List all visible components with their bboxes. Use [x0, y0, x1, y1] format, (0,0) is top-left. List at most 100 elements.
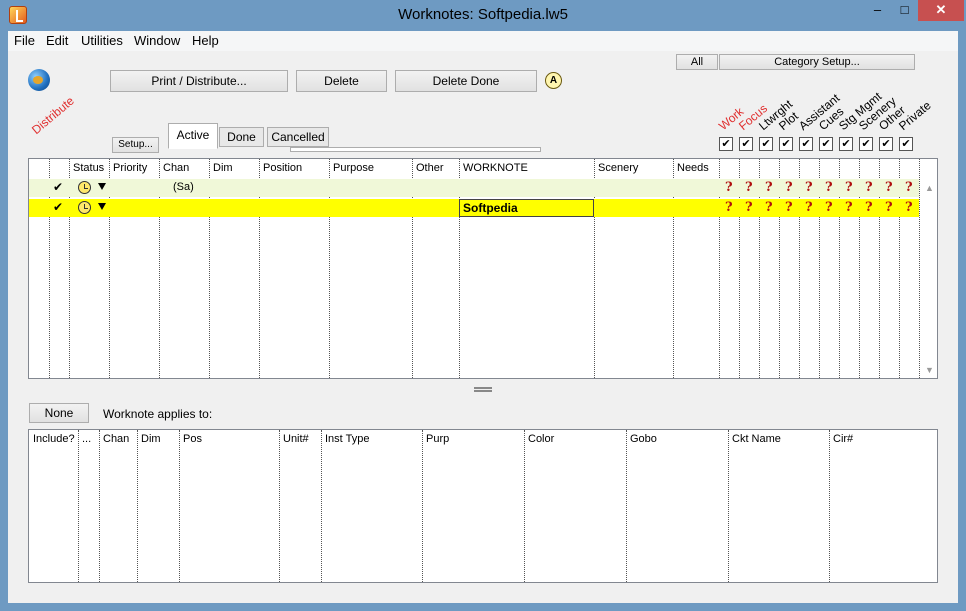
question-icon[interactable]: ? [745, 200, 753, 215]
column-header-ckt-name[interactable]: Ckt Name [732, 433, 781, 445]
column-header-more[interactable]: ... [82, 433, 91, 445]
column-header-other[interactable]: Other [416, 162, 444, 174]
category-checkbox-cues[interactable]: ✔ [819, 137, 833, 151]
window-title: Worknotes: Softpedia.lw5 [398, 6, 568, 23]
title-bar[interactable]: Worknotes: Softpedia.lw5 – □ ✕ [0, 0, 966, 31]
column-header-dim[interactable]: Dim [213, 162, 233, 174]
column-header-needs[interactable]: Needs [677, 162, 709, 174]
cell-worknote[interactable]: Softpedia [459, 199, 594, 217]
menu-utilities[interactable]: Utilities [81, 33, 123, 48]
scroll-down-icon[interactable]: ▼ [925, 365, 934, 375]
column-header-dim[interactable]: Dim [141, 433, 161, 445]
column-header-status[interactable]: Status [73, 162, 104, 174]
splitter-handle[interactable] [474, 387, 492, 392]
question-icon[interactable]: ? [725, 180, 733, 195]
column-header-worknote[interactable]: WORKNOTE [463, 162, 528, 174]
question-icon[interactable]: ? [885, 200, 893, 215]
question-icon[interactable]: ? [865, 200, 873, 215]
cell-chan[interactable]: (Sa) [173, 181, 194, 193]
globe-icon[interactable] [28, 69, 50, 91]
scroll-up-icon[interactable]: ▲ [925, 183, 934, 193]
checkmark-icon[interactable]: ✔ [53, 180, 63, 194]
category-checkbox-private[interactable]: ✔ [899, 137, 913, 151]
column-divider [321, 430, 322, 582]
column-header-unit[interactable]: Unit# [283, 433, 309, 445]
question-icon[interactable]: ? [785, 200, 793, 215]
print-distribute-button[interactable]: Print / Distribute... [110, 70, 288, 92]
none-button[interactable]: None [29, 403, 89, 423]
delete-button[interactable]: Delete [296, 70, 387, 92]
question-icon[interactable]: ? [845, 180, 853, 195]
column-divider [137, 430, 138, 582]
question-icon[interactable]: ? [905, 180, 913, 195]
question-icon[interactable]: ? [825, 200, 833, 215]
column-header-scenery[interactable]: Scenery [598, 162, 638, 174]
maximize-button[interactable]: □ [891, 0, 918, 21]
question-icon[interactable]: ? [785, 180, 793, 195]
column-header-purpose[interactable]: Purpose [333, 162, 374, 174]
question-icon[interactable]: ? [745, 180, 753, 195]
column-header-cir[interactable]: Cir# [833, 433, 853, 445]
column-divider [279, 430, 280, 582]
setup-button[interactable]: Setup... [112, 137, 159, 153]
category-setup-button[interactable]: Category Setup... [719, 54, 915, 70]
question-icon[interactable]: ? [885, 180, 893, 195]
applies-label: Worknote applies to: [103, 407, 213, 421]
tab-cancelled[interactable]: Cancelled [267, 127, 329, 147]
table-row[interactable]: ✔ Softpedia?????????? [29, 199, 919, 217]
all-button[interactable]: All [676, 54, 718, 70]
column-header-color[interactable]: Color [528, 433, 554, 445]
column-header-chan[interactable]: Chan [103, 433, 129, 445]
status-clock-icon[interactable] [78, 201, 91, 214]
column-divider [728, 430, 729, 582]
column-header-include[interactable]: Include? [33, 433, 75, 445]
column-header-chan[interactable]: Chan [163, 162, 189, 174]
question-icon[interactable]: ? [825, 180, 833, 195]
question-icon[interactable]: ? [805, 200, 813, 215]
column-divider [919, 159, 920, 378]
tab-active[interactable]: Active [168, 123, 218, 149]
column-header-purp[interactable]: Purp [426, 433, 449, 445]
question-icon[interactable]: ? [765, 200, 773, 215]
menu-edit[interactable]: Edit [46, 33, 68, 48]
applies-table[interactable]: Include?... Chan Dim Pos Unit# Inst Type Purp C… [28, 429, 938, 583]
category-checkbox-stg-mgmt[interactable]: ✔ [839, 137, 853, 151]
close-button[interactable]: ✕ [918, 0, 964, 21]
question-icon[interactable]: ? [805, 180, 813, 195]
category-checkbox-ltwrght[interactable]: ✔ [759, 137, 773, 151]
category-checkbox-focus[interactable]: ✔ [739, 137, 753, 151]
category-checkbox-scenery[interactable]: ✔ [859, 137, 873, 151]
menu-file[interactable]: File [14, 33, 35, 48]
question-icon[interactable]: ? [865, 180, 873, 195]
delete-done-button[interactable]: Delete Done [395, 70, 537, 92]
category-checkbox-other[interactable]: ✔ [879, 137, 893, 151]
question-icon[interactable]: ? [845, 200, 853, 215]
column-header-priority[interactable]: Priority [113, 162, 147, 174]
column-header-gobo[interactable]: Gobo [630, 433, 657, 445]
dropdown-arrow-icon[interactable] [98, 183, 106, 190]
column-header-inst-type[interactable]: Inst Type [325, 433, 369, 445]
category-checkbox-assistant[interactable]: ✔ [799, 137, 813, 151]
table-row[interactable]: ✔ (Sa)?????????? [29, 179, 919, 197]
checkmark-icon[interactable]: ✔ [53, 200, 63, 214]
menu-window[interactable]: Window [134, 33, 180, 48]
menu-help[interactable]: Help [192, 33, 219, 48]
client-area: File Edit Utilities Window Help Print / … [8, 31, 958, 603]
question-icon[interactable]: ? [725, 200, 733, 215]
dropdown-arrow-icon[interactable] [98, 203, 106, 210]
question-icon[interactable]: ? [905, 200, 913, 215]
worknotes-table[interactable]: Status Priority Chan Dim Position Purpose Othe… [28, 158, 938, 379]
category-checkbox-plot[interactable]: ✔ [779, 137, 793, 151]
minimize-button[interactable]: – [864, 0, 891, 21]
auto-icon[interactable]: A [545, 72, 562, 89]
question-icon[interactable]: ? [765, 180, 773, 195]
status-clock-icon[interactable] [78, 181, 91, 194]
menu-bar: File Edit Utilities Window Help [8, 31, 958, 51]
column-divider [78, 430, 79, 582]
column-divider [524, 430, 525, 582]
column-header-position[interactable]: Position [263, 162, 302, 174]
distribute-label: Distribute [29, 93, 77, 137]
tab-done[interactable]: Done [219, 127, 264, 147]
category-checkbox-work[interactable]: ✔ [719, 137, 733, 151]
column-header-pos[interactable]: Pos [183, 433, 202, 445]
